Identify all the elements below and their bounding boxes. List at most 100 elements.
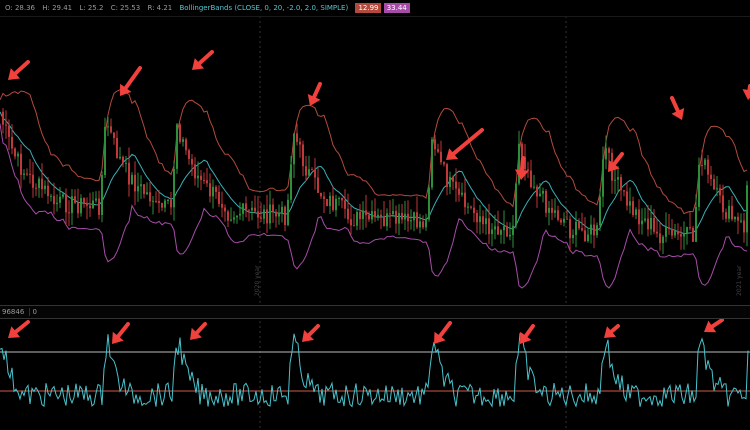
candle-body: [362, 210, 364, 220]
candle-body: [263, 209, 265, 219]
candle-body: [539, 193, 541, 197]
candle-body: [179, 124, 181, 142]
candle-body: [242, 203, 244, 214]
candle-body: [245, 203, 247, 210]
arrow-shaft: [116, 322, 130, 339]
candle-body: [428, 187, 430, 220]
candle-body: [5, 124, 7, 126]
candle-body: [350, 219, 352, 226]
candle-body: [581, 228, 583, 231]
candle-body: [380, 214, 382, 217]
annotation-arrows: [8, 50, 750, 344]
candle-body: [149, 192, 151, 202]
candle-body: [158, 201, 160, 203]
candle-body: [296, 133, 298, 142]
candle-body: [506, 226, 508, 237]
candle-body: [521, 143, 523, 157]
candle-body: [413, 212, 415, 221]
candle-body: [338, 197, 340, 199]
candle-body: [284, 206, 286, 226]
candle-body: [254, 207, 256, 212]
candle-body: [542, 190, 544, 194]
candle-body: [635, 209, 637, 216]
candle-body: [146, 192, 148, 195]
candle-body: [452, 176, 454, 182]
candle-body: [470, 206, 472, 208]
candle-body: [47, 185, 49, 197]
high-value: H: 29.41: [42, 4, 73, 12]
candle-body: [332, 195, 334, 211]
candle-body: [383, 216, 385, 227]
candle-body: [476, 213, 478, 223]
candle-body: [713, 179, 715, 190]
candle-body: [236, 215, 238, 218]
candle-body: [551, 207, 553, 213]
middle-band-line: [0, 111, 748, 235]
arrow-shaft: [312, 82, 322, 99]
candle-body: [560, 219, 562, 223]
candle-body: [107, 126, 109, 128]
candle-body: [269, 204, 271, 224]
candle-body: [98, 198, 100, 215]
candle-body: [38, 178, 40, 188]
candle-body: [479, 216, 481, 223]
candle-body: [14, 148, 16, 157]
candle-body: [188, 150, 190, 159]
candle-body: [437, 149, 439, 152]
candle-body: [512, 225, 514, 235]
date-label-2021: 2021 year: [736, 265, 743, 296]
candle-body: [593, 224, 595, 236]
upper-band-line: [0, 89, 748, 215]
candle-body: [197, 175, 199, 179]
candle-body: [176, 124, 178, 169]
candle-body: [653, 217, 655, 232]
candle-body: [173, 168, 175, 208]
candle-body: [557, 210, 559, 220]
candle-body: [740, 220, 742, 222]
candle-body: [206, 180, 208, 184]
candle-body: [536, 186, 538, 197]
candle-body: [53, 195, 55, 205]
arrow-shaft: [451, 128, 484, 156]
candle-body: [677, 231, 679, 235]
candle-body: [116, 137, 118, 159]
candle-body: [125, 162, 127, 164]
arrow-shaft: [13, 60, 30, 76]
candle-body: [299, 141, 301, 145]
candle-body: [659, 233, 661, 244]
candle-body: [212, 186, 214, 197]
candle-body: [569, 219, 571, 239]
candle-body: [566, 218, 568, 220]
candle-body: [626, 191, 628, 206]
study-label[interactable]: BollingerBands (CLOSE, 0, 20, -2.0, 2.0,…: [180, 0, 349, 16]
candle-body: [425, 219, 427, 228]
candle-body: [503, 226, 505, 231]
lower-panel-extra: 0: [28, 308, 37, 316]
candle-body: [725, 212, 727, 219]
candle-body: [641, 220, 643, 225]
candle-body: [353, 225, 355, 227]
candle-body: [575, 221, 577, 235]
candle-body: [122, 156, 124, 163]
candle-body: [167, 199, 169, 201]
arrow-shaft: [519, 156, 525, 173]
candle-body: [209, 183, 211, 197]
candle-body: [629, 201, 631, 206]
candle-body: [344, 200, 346, 209]
arrow-shaft: [123, 66, 142, 90]
candle-body: [119, 156, 121, 159]
candle-body: [2, 111, 4, 125]
candle-body: [185, 139, 187, 151]
candle-body: [701, 165, 703, 167]
candle-body: [155, 200, 157, 202]
candle-body: [11, 136, 13, 149]
bollinger-bands: [0, 89, 748, 289]
lower-band-line: [0, 123, 748, 289]
candle-body: [365, 210, 367, 216]
candle-body: [227, 211, 229, 221]
arrow-shaft: [197, 50, 214, 66]
candle-body: [605, 148, 607, 160]
candle-body: [647, 218, 649, 230]
candle-body: [449, 176, 451, 187]
candle-body: [614, 179, 616, 181]
